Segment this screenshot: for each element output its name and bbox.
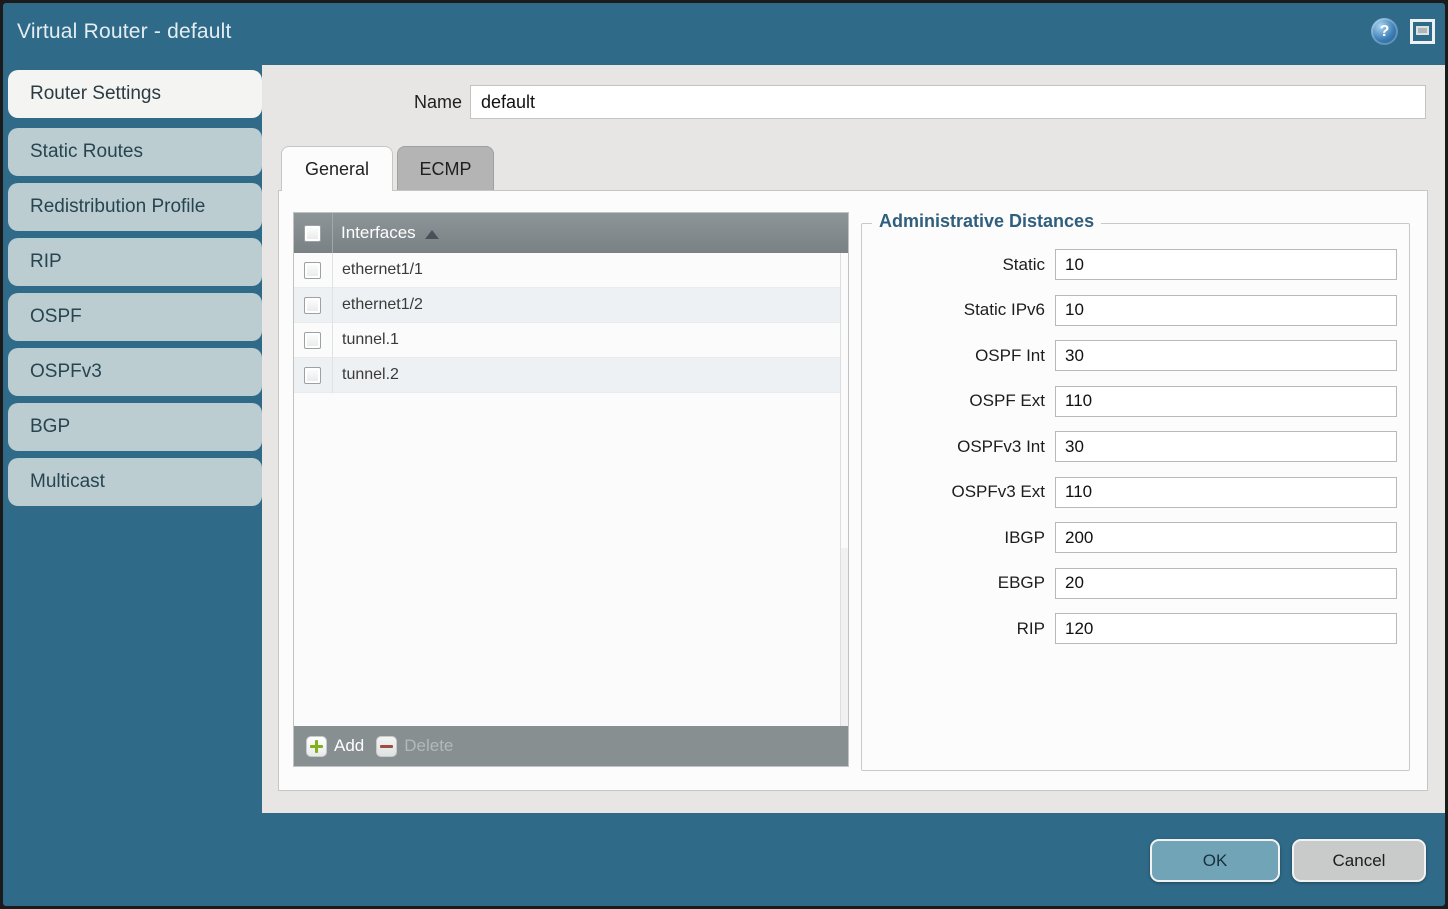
tab-ecmp[interactable]: ECMP <box>397 146 494 190</box>
admin-distances-fields: Static Static IPv6 OSPF Int OSPF Ext <box>862 224 1409 644</box>
ospf-int-input[interactable] <box>1055 340 1397 371</box>
ok-button[interactable]: OK <box>1150 839 1280 882</box>
sidebar-item-ospf[interactable]: OSPF <box>8 293 262 341</box>
static-ipv6-label: Static IPv6 <box>862 300 1045 320</box>
ospf-int-label: OSPF Int <box>862 346 1045 366</box>
interface-name: ethernet1/2 <box>342 296 423 314</box>
table-scrollbar[interactable] <box>840 253 848 726</box>
help-icon[interactable]: ? <box>1371 18 1398 45</box>
ebgp-input[interactable] <box>1055 568 1397 599</box>
delete-button[interactable]: Delete <box>376 736 453 757</box>
column-divider <box>332 253 333 393</box>
ospf-ext-label: OSPF Ext <box>862 391 1045 411</box>
interfaces-table-body: ethernet1/1 ethernet1/2 tunnel.1 tunnel.… <box>294 253 848 726</box>
sidebar-item-ospfv3[interactable]: OSPFv3 <box>8 348 262 396</box>
static-label: Static <box>862 255 1045 275</box>
name-label: Name <box>382 92 462 113</box>
ospf-ext-input[interactable] <box>1055 386 1397 417</box>
delete-button-label: Delete <box>404 736 453 756</box>
interface-name: ethernet1/1 <box>342 261 423 279</box>
interfaces-column-header[interactable]: Interfaces <box>341 223 416 243</box>
admin-distances-legend: Administrative Distances <box>872 211 1101 232</box>
sidebar-item-redistribution-profile[interactable]: Redistribution Profile <box>8 183 262 231</box>
interfaces-table-toolbar: Add Delete <box>294 726 848 766</box>
select-all-checkbox[interactable] <box>304 225 321 242</box>
interface-row-tunnel-1[interactable]: tunnel.1 <box>294 323 848 358</box>
static-input[interactable] <box>1055 249 1397 280</box>
scrollbar-thumb[interactable] <box>841 253 848 548</box>
interface-row-ethernet1-1[interactable]: ethernet1/1 <box>294 253 848 288</box>
name-input[interactable] <box>470 85 1426 119</box>
row-checkbox[interactable] <box>304 332 321 349</box>
dialog-title: Virtual Router - default <box>17 20 232 44</box>
admin-distances-fieldset: Administrative Distances Static Static I… <box>861 223 1410 771</box>
plus-icon <box>306 736 327 757</box>
sidebar-item-rip[interactable]: RIP <box>8 238 262 286</box>
interfaces-table-header[interactable]: Interfaces <box>294 213 848 253</box>
ebgp-label: EBGP <box>862 573 1045 593</box>
add-button-label: Add <box>334 736 364 756</box>
window-icon-inner <box>1416 26 1429 35</box>
sidebar-item-multicast[interactable]: Multicast <box>8 458 262 506</box>
ospfv3-int-label: OSPFv3 Int <box>862 437 1045 457</box>
cancel-button[interactable]: Cancel <box>1292 839 1426 882</box>
ibgp-input[interactable] <box>1055 522 1397 553</box>
ospfv3-int-input[interactable] <box>1055 431 1397 462</box>
sidebar-item-bgp[interactable]: BGP <box>8 403 262 451</box>
row-checkbox[interactable] <box>304 367 321 384</box>
sidebar-item-static-routes[interactable]: Static Routes <box>8 128 262 176</box>
rip-input[interactable] <box>1055 613 1397 644</box>
general-tab-panel: Interfaces ethernet1/1 ethernet1/2 <box>278 190 1428 791</box>
interface-row-ethernet1-2[interactable]: ethernet1/2 <box>294 288 848 323</box>
add-button[interactable]: Add <box>306 736 364 757</box>
ospfv3-ext-label: OSPFv3 Ext <box>862 482 1045 502</box>
static-ipv6-input[interactable] <box>1055 295 1397 326</box>
virtual-router-dialog: Virtual Router - default ? Router Settin… <box>0 0 1448 909</box>
interface-name: tunnel.2 <box>342 366 399 384</box>
interface-name: tunnel.1 <box>342 331 399 349</box>
tab-general[interactable]: General <box>281 146 393 191</box>
minus-icon <box>376 736 397 757</box>
row-checkbox[interactable] <box>304 262 321 279</box>
sort-ascending-icon <box>425 230 439 239</box>
dialog-titlebar: Virtual Router - default ? <box>3 3 1445 65</box>
ospfv3-ext-input[interactable] <box>1055 477 1397 508</box>
sidebar-item-router-settings[interactable]: Router Settings <box>8 70 262 118</box>
window-icon[interactable] <box>1410 19 1435 44</box>
rip-label: RIP <box>862 619 1045 639</box>
interface-row-tunnel-2[interactable]: tunnel.2 <box>294 358 848 393</box>
ibgp-label: IBGP <box>862 528 1045 548</box>
row-checkbox[interactable] <box>304 297 321 314</box>
interfaces-table: Interfaces ethernet1/1 ethernet1/2 <box>293 212 849 767</box>
sidebar-nav: Router Settings Static Routes Redistribu… <box>8 70 265 513</box>
column-divider <box>332 213 333 253</box>
main-content: Name General ECMP Interfaces ethernet1/1 <box>262 65 1445 813</box>
